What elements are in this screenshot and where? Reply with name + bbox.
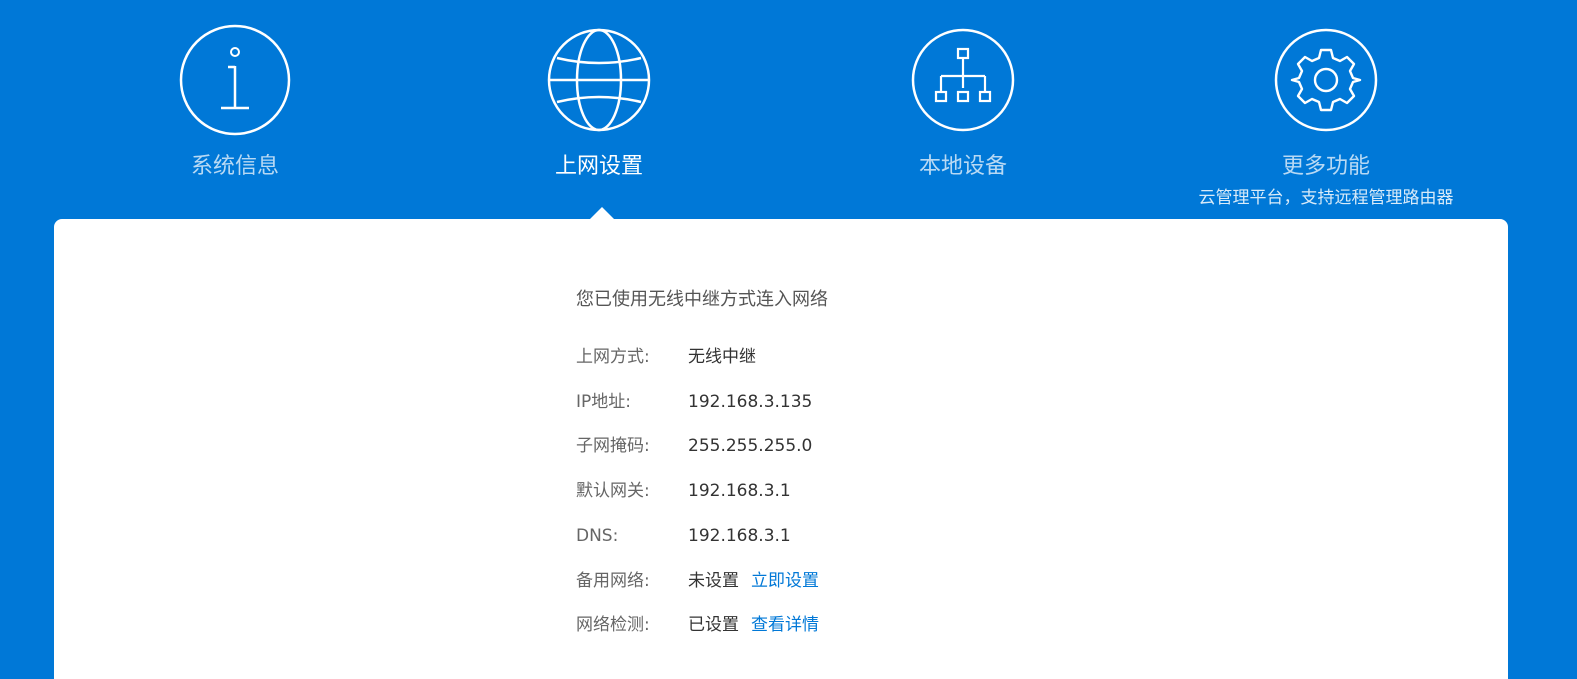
nav-item-system-info[interactable]: 系统信息 <box>75 0 395 219</box>
info-value: 192.168.3.1 <box>688 526 791 546</box>
info-value: 192.168.3.1 <box>688 481 791 501</box>
nav-label-more-features: 更多功能 <box>1281 154 1370 179</box>
info-label: DNS: <box>576 526 619 546</box>
network-topology-icon <box>911 28 1015 132</box>
info-value-with-link: 已设置 查看详情 <box>688 613 819 637</box>
info-label: 子网掩码: <box>576 436 650 456</box>
internet-status-panel: 您已使用无线中继方式连入网络 上网方式: 无线中继 IP地址: 192.168.… <box>54 219 1508 679</box>
connection-status-text: 您已使用无线中继方式连入网络 <box>576 289 828 310</box>
info-icon <box>179 24 291 136</box>
info-value: 无线中继 <box>688 347 756 367</box>
nav-subtitle-cloud-management: 云管理平台，支持远程管理路由器 <box>1198 188 1454 208</box>
setup-now-link[interactable]: 立即设置 <box>751 571 819 591</box>
info-label: 网络检测: <box>576 615 650 635</box>
info-label: 默认网关: <box>576 481 650 501</box>
info-label: IP地址: <box>576 392 631 412</box>
info-value: 255.255.255.0 <box>688 436 813 456</box>
info-label: 上网方式: <box>576 347 650 367</box>
nav-label-system-info: 系统信息 <box>190 154 279 179</box>
gear-icon <box>1274 28 1378 132</box>
info-value: 未设置 <box>688 571 739 591</box>
nav-item-more-features[interactable]: 更多功能 云管理平台，支持远程管理路由器 <box>1166 0 1486 219</box>
nav-item-local-devices[interactable]: 本地设备 <box>803 0 1123 219</box>
top-navigation: 系统信息 上网设置 本地设备 更多功能 云管理平台，支持远程管理路由器 <box>0 0 1577 219</box>
info-value: 已设置 <box>688 615 739 635</box>
info-label: 备用网络: <box>576 571 650 591</box>
info-value-with-link: 未设置 立即设置 <box>688 569 819 593</box>
nav-item-internet-settings[interactable]: 上网设置 <box>439 0 759 219</box>
info-value: 192.168.3.135 <box>688 392 813 412</box>
globe-icon <box>547 28 651 132</box>
nav-label-internet-settings: 上网设置 <box>554 154 643 179</box>
active-tab-pointer <box>590 207 614 219</box>
view-details-link[interactable]: 查看详情 <box>751 615 819 635</box>
nav-label-local-devices: 本地设备 <box>918 154 1007 179</box>
